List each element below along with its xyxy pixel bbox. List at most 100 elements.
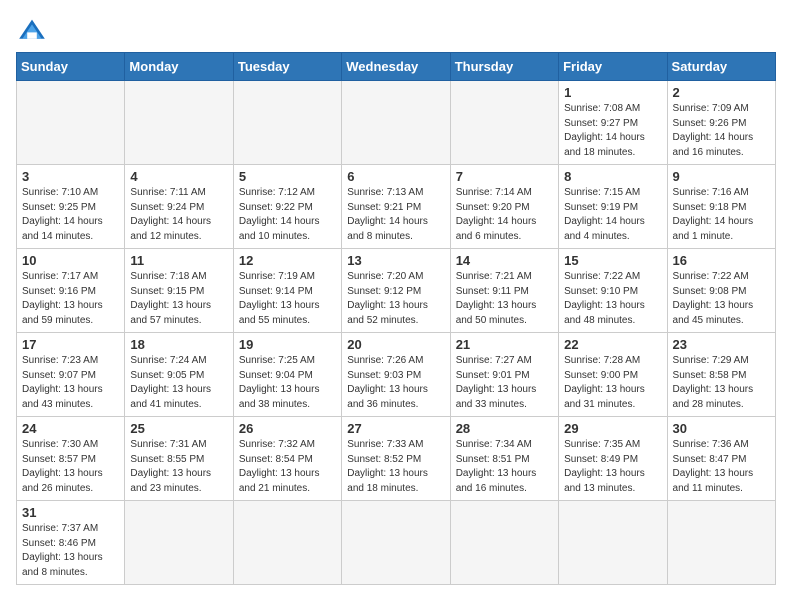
calendar-cell <box>17 81 125 165</box>
day-number: 6 <box>347 169 444 184</box>
day-number: 10 <box>22 253 119 268</box>
calendar-cell <box>233 81 341 165</box>
day-number: 18 <box>130 337 227 352</box>
day-info: Sunrise: 7:23 AM Sunset: 9:07 PM Dayligh… <box>22 354 119 412</box>
day-info: Sunrise: 7:32 AM Sunset: 8:54 PM Dayligh… <box>239 438 336 496</box>
day-info: Sunrise: 7:36 AM Sunset: 8:47 PM Dayligh… <box>673 438 770 496</box>
day-number: 24 <box>22 421 119 436</box>
calendar-cell: 25 Sunrise: 7:31 AM Sunset: 8:55 PM Dayli… <box>125 417 233 501</box>
week-row-5: 31 Sunrise: 7:37 AM Sunset: 8:46 PM Dayli… <box>17 501 776 585</box>
day-info: Sunrise: 7:24 AM Sunset: 9:05 PM Dayligh… <box>130 354 227 412</box>
weekday-header-thursday: Thursday <box>450 53 558 81</box>
weekday-header-sunday: Sunday <box>17 53 125 81</box>
week-row-4: 24 Sunrise: 7:30 AM Sunset: 8:57 PM Dayli… <box>17 417 776 501</box>
calendar-cell <box>342 501 450 585</box>
calendar-cell <box>559 501 667 585</box>
day-number: 4 <box>130 169 227 184</box>
day-info: Sunrise: 7:33 AM Sunset: 8:52 PM Dayligh… <box>347 438 444 496</box>
calendar-cell: 24 Sunrise: 7:30 AM Sunset: 8:57 PM Dayli… <box>17 417 125 501</box>
day-number: 3 <box>22 169 119 184</box>
calendar-cell: 13Sunrise: 7:20 AM Sunset: 9:12 PM Dayli… <box>342 249 450 333</box>
calendar-cell: 22Sunrise: 7:28 AM Sunset: 9:00 PM Dayli… <box>559 333 667 417</box>
day-number: 30 <box>673 421 770 436</box>
day-number: 14 <box>456 253 553 268</box>
day-info: Sunrise: 7:11 AM Sunset: 9:24 PM Dayligh… <box>130 186 227 244</box>
calendar-cell: 29Sunrise: 7:35 AM Sunset: 8:49 PM Dayli… <box>559 417 667 501</box>
day-number: 19 <box>239 337 336 352</box>
calendar-cell: 23Sunrise: 7:29 AM Sunset: 8:58 PM Dayli… <box>667 333 775 417</box>
day-number: 2 <box>673 85 770 100</box>
calendar-cell: 3 Sunrise: 7:10 AM Sunset: 9:25 PM Daylig… <box>17 165 125 249</box>
day-number: 17 <box>22 337 119 352</box>
day-info: Sunrise: 7:22 AM Sunset: 9:08 PM Dayligh… <box>673 270 770 328</box>
calendar-cell: 14 Sunrise: 7:21 AM Sunset: 9:11 PM Dayli… <box>450 249 558 333</box>
day-number: 23 <box>673 337 770 352</box>
day-info: Sunrise: 7:21 AM Sunset: 9:11 PM Dayligh… <box>456 270 553 328</box>
day-info: Sunrise: 7:18 AM Sunset: 9:15 PM Dayligh… <box>130 270 227 328</box>
day-info: Sunrise: 7:26 AM Sunset: 9:03 PM Dayligh… <box>347 354 444 412</box>
calendar-cell: 1Sunrise: 7:08 AM Sunset: 9:27 PM Daylig… <box>559 81 667 165</box>
calendar-cell: 8 Sunrise: 7:15 AM Sunset: 9:19 PM Daylig… <box>559 165 667 249</box>
weekday-header-monday: Monday <box>125 53 233 81</box>
calendar-cell: 9 Sunrise: 7:16 AM Sunset: 9:18 PM Daylig… <box>667 165 775 249</box>
calendar-cell <box>125 81 233 165</box>
calendar-table: SundayMondayTuesdayWednesdayThursdayFrid… <box>16 52 776 585</box>
calendar-cell: 10Sunrise: 7:17 AM Sunset: 9:16 PM Dayli… <box>17 249 125 333</box>
day-info: Sunrise: 7:35 AM Sunset: 8:49 PM Dayligh… <box>564 438 661 496</box>
calendar-cell: 20Sunrise: 7:26 AM Sunset: 9:03 PM Dayli… <box>342 333 450 417</box>
day-info: Sunrise: 7:08 AM Sunset: 9:27 PM Dayligh… <box>564 102 661 160</box>
weekday-header-tuesday: Tuesday <box>233 53 341 81</box>
weekday-header-wednesday: Wednesday <box>342 53 450 81</box>
week-row-2: 10Sunrise: 7:17 AM Sunset: 9:16 PM Dayli… <box>17 249 776 333</box>
week-row-3: 17 Sunrise: 7:23 AM Sunset: 9:07 PM Dayli… <box>17 333 776 417</box>
day-number: 16 <box>673 253 770 268</box>
day-info: Sunrise: 7:30 AM Sunset: 8:57 PM Dayligh… <box>22 438 119 496</box>
calendar-cell <box>450 501 558 585</box>
day-info: Sunrise: 7:22 AM Sunset: 9:10 PM Dayligh… <box>564 270 661 328</box>
calendar-cell: 17 Sunrise: 7:23 AM Sunset: 9:07 PM Dayli… <box>17 333 125 417</box>
calendar-cell: 27 Sunrise: 7:33 AM Sunset: 8:52 PM Dayli… <box>342 417 450 501</box>
weekday-header-friday: Friday <box>559 53 667 81</box>
calendar-cell <box>125 501 233 585</box>
day-info: Sunrise: 7:09 AM Sunset: 9:26 PM Dayligh… <box>673 102 770 160</box>
day-info: Sunrise: 7:27 AM Sunset: 9:01 PM Dayligh… <box>456 354 553 412</box>
calendar-cell: 2 Sunrise: 7:09 AM Sunset: 9:26 PM Daylig… <box>667 81 775 165</box>
day-number: 27 <box>347 421 444 436</box>
day-number: 28 <box>456 421 553 436</box>
day-info: Sunrise: 7:28 AM Sunset: 9:00 PM Dayligh… <box>564 354 661 412</box>
day-number: 9 <box>673 169 770 184</box>
calendar-cell: 6 Sunrise: 7:13 AM Sunset: 9:21 PM Daylig… <box>342 165 450 249</box>
day-info: Sunrise: 7:19 AM Sunset: 9:14 PM Dayligh… <box>239 270 336 328</box>
calendar-cell: 12 Sunrise: 7:19 AM Sunset: 9:14 PM Dayli… <box>233 249 341 333</box>
calendar-cell: 28Sunrise: 7:34 AM Sunset: 8:51 PM Dayli… <box>450 417 558 501</box>
day-info: Sunrise: 7:25 AM Sunset: 9:04 PM Dayligh… <box>239 354 336 412</box>
calendar-cell: 21Sunrise: 7:27 AM Sunset: 9:01 PM Dayli… <box>450 333 558 417</box>
day-number: 11 <box>130 253 227 268</box>
calendar-cell <box>342 81 450 165</box>
calendar-cell: 19 Sunrise: 7:25 AM Sunset: 9:04 PM Dayli… <box>233 333 341 417</box>
day-number: 13 <box>347 253 444 268</box>
day-info: Sunrise: 7:31 AM Sunset: 8:55 PM Dayligh… <box>130 438 227 496</box>
day-number: 25 <box>130 421 227 436</box>
week-row-1: 3 Sunrise: 7:10 AM Sunset: 9:25 PM Daylig… <box>17 165 776 249</box>
day-number: 7 <box>456 169 553 184</box>
calendar-cell <box>450 81 558 165</box>
calendar-cell: 30 Sunrise: 7:36 AM Sunset: 8:47 PM Dayli… <box>667 417 775 501</box>
calendar-cell: 31 Sunrise: 7:37 AM Sunset: 8:46 PM Dayli… <box>17 501 125 585</box>
calendar-cell <box>233 501 341 585</box>
calendar-cell: 5Sunrise: 7:12 AM Sunset: 9:22 PM Daylig… <box>233 165 341 249</box>
generalblue-logo-icon <box>16 16 48 44</box>
calendar-cell: 11 Sunrise: 7:18 AM Sunset: 9:15 PM Dayli… <box>125 249 233 333</box>
day-info: Sunrise: 7:15 AM Sunset: 9:19 PM Dayligh… <box>564 186 661 244</box>
calendar-cell: 16 Sunrise: 7:22 AM Sunset: 9:08 PM Dayli… <box>667 249 775 333</box>
day-number: 8 <box>564 169 661 184</box>
day-info: Sunrise: 7:37 AM Sunset: 8:46 PM Dayligh… <box>22 522 119 580</box>
logo <box>16 16 52 44</box>
day-info: Sunrise: 7:16 AM Sunset: 9:18 PM Dayligh… <box>673 186 770 244</box>
day-number: 5 <box>239 169 336 184</box>
day-info: Sunrise: 7:13 AM Sunset: 9:21 PM Dayligh… <box>347 186 444 244</box>
calendar-cell: 26Sunrise: 7:32 AM Sunset: 8:54 PM Dayli… <box>233 417 341 501</box>
day-number: 12 <box>239 253 336 268</box>
day-number: 31 <box>22 505 119 520</box>
day-info: Sunrise: 7:10 AM Sunset: 9:25 PM Dayligh… <box>22 186 119 244</box>
